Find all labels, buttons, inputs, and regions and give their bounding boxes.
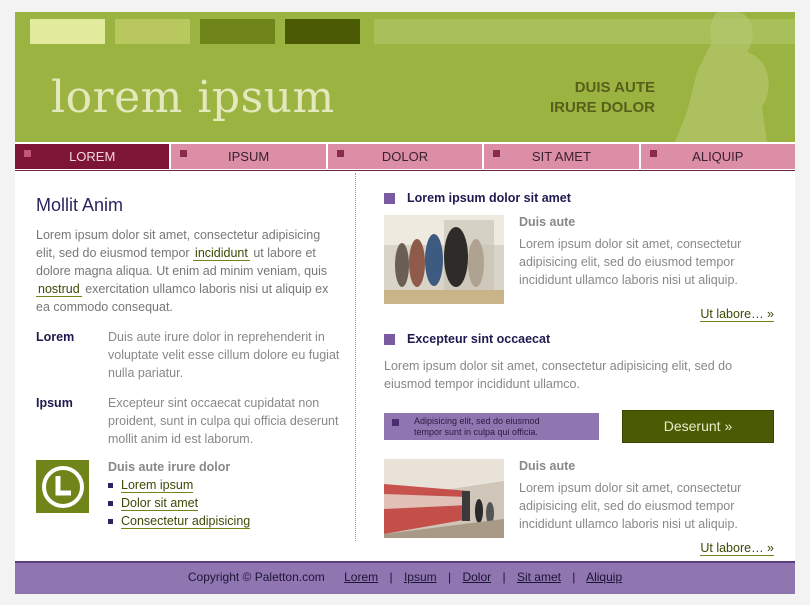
feature-body: Duis aute Lorem ipsum dolor sit amet, co… <box>519 459 774 538</box>
read-more-link[interactable]: Ut labore… » <box>700 307 774 322</box>
square-bullet-icon <box>384 333 395 345</box>
read-more: Ut labore… » <box>384 541 774 556</box>
nav-item-ipsum[interactable]: IPSUM <box>171 144 326 169</box>
links-group: Duis aute irure dolor Lorem ipsum Dolor … <box>108 460 251 530</box>
promo-banner: Adipisicing elit, sed do eiusmod tempor … <box>384 413 599 440</box>
footer-separator: | <box>572 570 576 584</box>
footer-link-dolor[interactable]: Dolor <box>462 570 491 584</box>
definition-row: Lorem Duis aute irure dolor in reprehend… <box>36 328 341 382</box>
feature-title: Duis aute <box>519 459 576 473</box>
section-heading: Excepteur sint occaecat <box>384 331 774 347</box>
tagline-line-2: IRURE DOLOR <box>550 99 655 116</box>
link-lorem-ipsum[interactable]: Lorem ipsum <box>121 478 194 493</box>
nav-item-label: DOLOR <box>381 149 429 164</box>
footer-link-aliquip[interactable]: Aliquip <box>586 570 622 584</box>
links-title: Duis aute irure dolor <box>108 460 231 474</box>
list-item: Dolor sit amet <box>108 494 250 512</box>
promo-line-2: tempor sunt in culpa qui officia. <box>414 427 538 437</box>
column-divider <box>355 173 356 541</box>
list-item: Lorem ipsum <box>108 476 250 494</box>
header-banner: lorem ipsum DUIS AUTE IRURE DOLOR <box>15 12 795 142</box>
nav-item-dolor[interactable]: DOLOR <box>327 144 483 169</box>
copyright-text: Copyright © Paletton.com <box>187 570 325 584</box>
definition-term: Lorem <box>36 330 75 344</box>
highlight-link-incididunt[interactable]: incididunt <box>193 246 250 261</box>
site-logo[interactable]: lorem ipsum <box>51 72 335 123</box>
footer-link-ipsum[interactable]: Ipsum <box>404 570 437 584</box>
header-tagline: DUIS AUTE IRURE DOLOR <box>550 78 655 118</box>
link-consectetur[interactable]: Consectetur adipisicing <box>121 514 251 529</box>
right-column: Lorem ipsum dolor sit amet Duis aute Lor… <box>384 190 774 556</box>
nav-item-lorem[interactable]: LOREM <box>15 144 170 169</box>
definition-term: Ipsum <box>36 396 73 410</box>
feature-article: Duis aute Lorem ipsum dolor sit amet, co… <box>384 215 774 304</box>
feature-body: Duis aute Lorem ipsum dolor sit amet, co… <box>519 215 774 304</box>
square-bullet-icon <box>384 192 395 204</box>
list-item: Consectetur adipisicing <box>108 512 251 530</box>
nav-bullet-icon <box>649 150 657 157</box>
promo-text: Adipisicing elit, sed do eiusmod tempor … <box>414 416 540 438</box>
footer: Copyright © Paletton.com Lorem | Ipsum |… <box>15 561 795 594</box>
nav-bullet-icon <box>336 150 344 157</box>
nav-item-aliquip[interactable]: ALIQUIP <box>640 144 796 169</box>
palette-swatch-2 <box>115 19 190 44</box>
square-bullet-icon <box>392 419 399 426</box>
nav-underline <box>15 170 795 171</box>
read-more-link[interactable]: Ut labore… » <box>700 541 774 556</box>
woman-silhouette-image <box>675 12 769 142</box>
crowd-photo-image <box>384 215 504 304</box>
nav-item-label: IPSUM <box>228 149 270 164</box>
footer-separator: | <box>502 570 506 584</box>
feature-article: Duis aute Lorem ipsum dolor sit amet, co… <box>384 459 774 538</box>
left-column: Mollit Anim Lorem ipsum dolor sit amet, … <box>36 187 341 530</box>
section-text: Lorem ipsum dolor sit amet, consectetur … <box>384 359 733 391</box>
page-container: lorem ipsum DUIS AUTE IRURE DOLOR LOREM … <box>15 12 796 594</box>
promo-line-1: Adipisicing elit, sed do eiusmod <box>414 416 540 426</box>
nav-item-sit-amet[interactable]: SIT AMET <box>484 144 639 169</box>
feature-text: Lorem ipsum dolor sit amet, consectetur … <box>519 481 742 531</box>
links-list: Lorem ipsum Dolor sit amet Consectetur a… <box>108 476 251 530</box>
train-photo-image <box>384 459 504 538</box>
nav-bullet-icon <box>180 150 188 157</box>
definition-desc: Excepteur sint occaecat cupidatat non pr… <box>108 396 339 446</box>
read-more: Ut labore… » <box>384 307 774 322</box>
links-block: Duis aute irure dolor Lorem ipsum Dolor … <box>36 460 341 530</box>
definition-desc: Duis aute irure dolor in reprehenderit i… <box>108 330 340 380</box>
definition-row: Ipsum Excepteur sint occaecat cupidatat … <box>36 394 341 448</box>
footer-separator: | <box>389 570 393 584</box>
clock-icon <box>36 460 89 513</box>
nav-item-label: ALIQUIP <box>692 149 744 164</box>
palette-swatch-1 <box>30 19 105 44</box>
highlight-link-nostrud[interactable]: nostrud <box>36 282 82 297</box>
link-dolor-sit-amet[interactable]: Dolor sit amet <box>121 496 199 511</box>
nav-item-label: SIT AMET <box>531 149 591 164</box>
feature-text: Lorem ipsum dolor sit amet, consectetur … <box>519 237 742 287</box>
footer-link-sit-amet[interactable]: Sit amet <box>517 570 561 584</box>
main-nav: LOREM IPSUM DOLOR SIT AMET ALIQUIP <box>15 144 796 170</box>
nav-bullet-icon <box>24 150 31 157</box>
footer-separator: | <box>447 570 452 584</box>
feature-title: Duis aute <box>519 215 576 229</box>
left-title: Mollit Anim <box>36 195 124 215</box>
nav-bullet-icon <box>493 150 501 157</box>
promo-row: Adipisicing elit, sed do eiusmod tempor … <box>384 410 774 443</box>
section-title: Excepteur sint occaecat <box>407 332 551 346</box>
palette-swatch-4 <box>285 19 360 44</box>
footer-link-lorem[interactable]: Lorem <box>344 570 378 584</box>
section-heading: Lorem ipsum dolor sit amet <box>384 190 774 206</box>
nav-item-label: LOREM <box>69 149 116 164</box>
tagline-line-1: DUIS AUTE <box>574 79 655 96</box>
section-title: Lorem ipsum dolor sit amet <box>407 191 571 205</box>
intro-paragraph: Lorem ipsum dolor sit amet, consectetur … <box>36 226 341 316</box>
palette-swatch-3 <box>200 19 275 44</box>
deserunt-button[interactable]: Deserunt » <box>622 410 774 443</box>
